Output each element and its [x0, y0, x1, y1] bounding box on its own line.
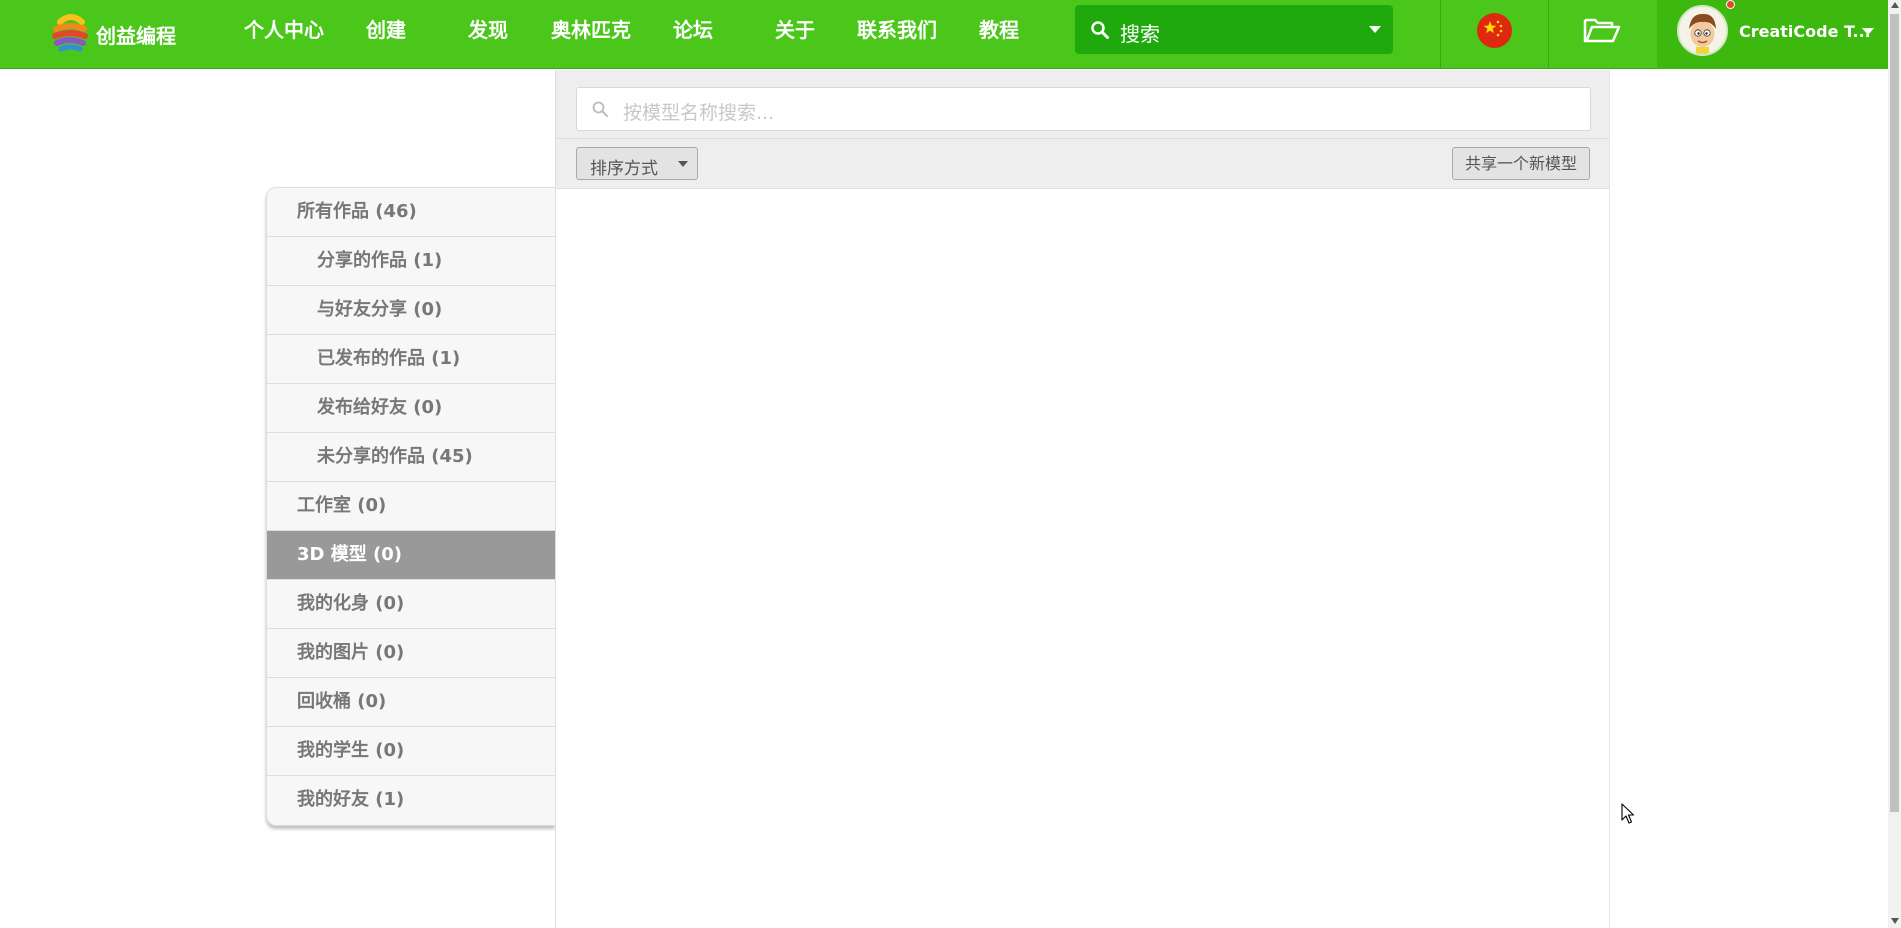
- nav-olympiad[interactable]: 奥林匹克: [551, 16, 631, 44]
- scroll-down-arrow-icon[interactable]: [1891, 918, 1899, 924]
- nav-divider: [1548, 0, 1549, 69]
- sidebar-item-my-avatars[interactable]: 我的化身 (0): [267, 580, 555, 629]
- model-search-placeholder: 按模型名称搜索...: [623, 102, 775, 124]
- works-sidebar: 所有作品 (46) 分享的作品 (1) 与好友分享 (0) 已发布的作品 (1)…: [266, 187, 555, 826]
- sort-label: 排序方式: [590, 159, 658, 179]
- models-panel: 按模型名称搜索... 排序方式 共享一个新模型: [555, 70, 1610, 928]
- china-flag-icon[interactable]: [1477, 13, 1512, 48]
- rainbow-globe-logo: [52, 14, 88, 52]
- sort-dropdown[interactable]: 排序方式: [576, 147, 698, 180]
- brand-logo[interactable]: 创益编程: [52, 10, 176, 58]
- search-dropdown-caret-icon[interactable]: [1369, 26, 1381, 33]
- nav-contact-us[interactable]: 联系我们: [857, 16, 937, 44]
- scrollbar-thumb[interactable]: [1890, 14, 1899, 812]
- models-toolbar: 按模型名称搜索... 排序方式 共享一个新模型: [556, 70, 1609, 189]
- nav-divider: [1440, 0, 1441, 69]
- sidebar-item-studios[interactable]: 工作室 (0): [267, 482, 555, 531]
- flag-stars-icon: [1483, 20, 1503, 37]
- notification-dot: [1726, 0, 1735, 9]
- nav-discover[interactable]: 发现: [468, 16, 508, 44]
- sidebar-item-shared-works[interactable]: 分享的作品 (1): [267, 237, 555, 286]
- scroll-up-arrow-icon[interactable]: [1891, 2, 1899, 8]
- sidebar-item-unshared-works[interactable]: 未分享的作品 (45): [267, 433, 555, 482]
- sidebar-item-published-works[interactable]: 已发布的作品 (1): [267, 335, 555, 384]
- nav-personal-center[interactable]: 个人中心: [244, 16, 324, 44]
- global-search-input[interactable]: 搜索: [1075, 5, 1393, 54]
- model-search-input[interactable]: 按模型名称搜索...: [576, 87, 1591, 131]
- toolbar-divider: [556, 138, 1609, 139]
- chevron-down-icon[interactable]: [1862, 28, 1874, 35]
- sidebar-item-all-works[interactable]: 所有作品 (46): [267, 188, 555, 237]
- folder-open-icon[interactable]: [1583, 16, 1621, 48]
- chevron-down-icon: [678, 161, 688, 167]
- mouse-pointer-icon: [1621, 803, 1635, 824]
- cartoon-boy-avatar[interactable]: [1677, 5, 1728, 56]
- top-navbar: 创益编程 个人中心 创建 发现 奥林匹克 论坛 关于 联系我们 教程 搜索 Cr…: [0, 0, 1888, 69]
- sidebar-item-my-friends[interactable]: 我的好友 (1): [267, 776, 555, 825]
- sidebar-item-recycle-bin[interactable]: 回收桶 (0): [267, 678, 555, 727]
- nav-create[interactable]: 创建: [366, 16, 406, 44]
- sidebar-item-my-students[interactable]: 我的学生 (0): [267, 727, 555, 776]
- sidebar-item-shared-with-friends[interactable]: 与好友分享 (0): [267, 286, 555, 335]
- share-new-model-button[interactable]: 共享一个新模型: [1451, 147, 1590, 180]
- sidebar-item-my-images[interactable]: 我的图片 (0): [267, 629, 555, 678]
- page-scrollbar[interactable]: [1888, 0, 1901, 928]
- search-icon: [1091, 21, 1109, 39]
- brand-name: 创益编程: [96, 23, 176, 48]
- search-placeholder: 搜索: [1120, 22, 1160, 46]
- user-menu[interactable]: CreatiCode T...: [1657, 0, 1888, 69]
- nav-tutorials[interactable]: 教程: [979, 16, 1019, 44]
- username: CreatiCode T...: [1739, 22, 1871, 41]
- sidebar-item-published-to-friends[interactable]: 发布给好友 (0): [267, 384, 555, 433]
- nav-about[interactable]: 关于: [775, 16, 815, 44]
- search-icon: [592, 101, 608, 117]
- sidebar-item-3d-models[interactable]: 3D 模型 (0): [267, 531, 555, 580]
- nav-forum[interactable]: 论坛: [673, 16, 713, 44]
